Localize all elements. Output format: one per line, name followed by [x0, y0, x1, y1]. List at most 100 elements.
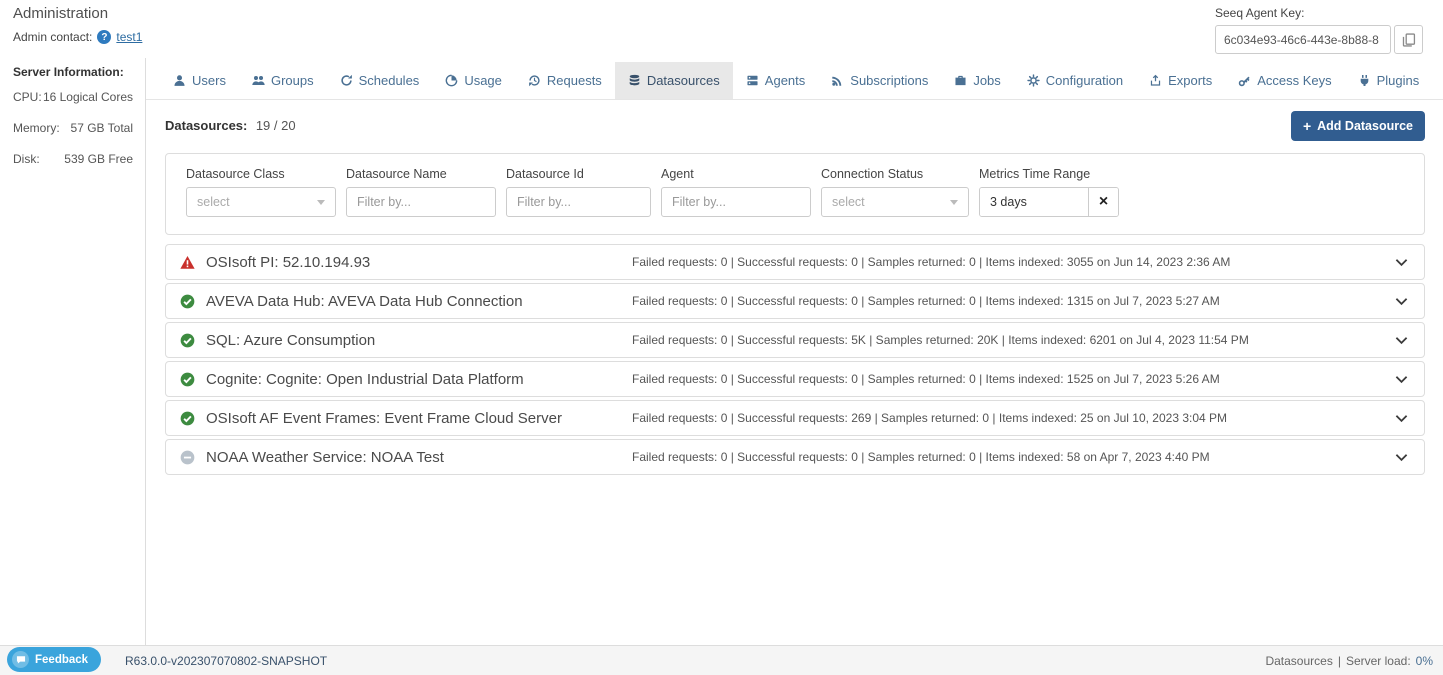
admin-tabs: Users Groups Schedules Usage Requests Da…: [146, 58, 1443, 100]
datasource-row[interactable]: AVEVA Data Hub: AVEVA Data Hub Connectio…: [165, 283, 1425, 319]
disk-label: Disk:: [13, 152, 40, 166]
datasources-count-label: Datasources:: [165, 118, 247, 133]
tab-agents[interactable]: Agents: [733, 62, 818, 99]
datasource-name-filter-input[interactable]: [346, 187, 496, 217]
export-icon: [1149, 74, 1162, 87]
database-icon: [628, 74, 641, 87]
tab-jobs[interactable]: Jobs: [941, 62, 1013, 99]
agent-key-label: Seeq Agent Key:: [1215, 6, 1423, 20]
version-text: R63.0.0-v202307070802-SNAPSHOT: [125, 654, 327, 668]
tab-requests[interactable]: Requests: [515, 62, 615, 99]
connection-status-icon: [180, 332, 196, 348]
administration-page: Administration Admin contact: ? test1 Se…: [0, 0, 1443, 675]
tab-users[interactable]: Users: [160, 62, 239, 99]
server-load-label: Server load:: [1346, 654, 1411, 668]
datasource-stats: Failed requests: 0 | Successful requests…: [632, 255, 1383, 269]
server-info-row-memory: Memory: 57 GB Total: [13, 121, 133, 135]
metrics-time-range-group: ×: [979, 187, 1119, 217]
copy-button[interactable]: [1394, 25, 1423, 54]
copy-icon: [1402, 33, 1416, 47]
tab-subscriptions[interactable]: Subscriptions: [818, 62, 941, 99]
tab-label: Jobs: [973, 73, 1000, 88]
tab-configuration[interactable]: Configuration: [1014, 62, 1136, 99]
datasource-row[interactable]: NOAA Weather Service: NOAA Test Failed r…: [165, 439, 1425, 475]
clear-metrics-filter-button[interactable]: ×: [1088, 188, 1118, 216]
tab-label: Usage: [464, 73, 502, 88]
datasources-count-value: 19 / 20: [256, 118, 296, 133]
chevron-down-icon: [950, 200, 958, 205]
footer-separator: |: [1338, 654, 1341, 668]
tab-datasources[interactable]: Datasources: [615, 62, 733, 99]
datasource-id-label: Datasource Id: [506, 167, 651, 181]
connection-status-icon: [180, 371, 196, 387]
footer-context-label: Datasources: [1265, 654, 1332, 668]
datasource-stats: Failed requests: 0 | Successful requests…: [632, 294, 1383, 308]
datasource-row[interactable]: SQL: Azure Consumption Failed requests: …: [165, 322, 1425, 358]
datasource-stats: Failed requests: 0 | Successful requests…: [632, 333, 1383, 347]
chevron-down-icon[interactable]: [1393, 293, 1410, 310]
datasource-row[interactable]: Cognite: Cognite: Open Industrial Data P…: [165, 361, 1425, 397]
plus-icon: +: [1303, 118, 1311, 134]
chevron-down-icon[interactable]: [1393, 332, 1410, 349]
datasource-list: OSIsoft PI: 52.10.194.93 Failed requests…: [165, 244, 1425, 475]
tab-label: Groups: [271, 73, 314, 88]
tab-usage[interactable]: Usage: [432, 62, 515, 99]
connection-status-icon: [180, 254, 196, 270]
help-icon[interactable]: ?: [97, 30, 111, 44]
add-datasource-label: Add Datasource: [1317, 119, 1413, 133]
datasource-class-label: Datasource Class: [186, 167, 336, 181]
datasource-stats: Failed requests: 0 | Successful requests…: [632, 372, 1383, 386]
datasource-class-select[interactable]: select: [186, 187, 336, 217]
tab-label: Configuration: [1046, 73, 1123, 88]
speech-bubble-icon: [12, 651, 29, 668]
datasource-name: NOAA Weather Service: NOAA Test: [206, 449, 632, 466]
chevron-down-icon[interactable]: [1393, 254, 1410, 271]
server-icon: [746, 74, 759, 87]
server-info-heading: Server Information:: [13, 65, 133, 79]
connection-status-icon: [180, 293, 196, 309]
admin-contact-link[interactable]: test1: [116, 30, 142, 44]
datasource-row[interactable]: OSIsoft AF Event Frames: Event Frame Clo…: [165, 400, 1425, 436]
tab-label: Datasources: [647, 73, 720, 88]
connection-status-icon: [180, 449, 196, 465]
chevron-down-icon[interactable]: [1393, 410, 1410, 427]
refresh-icon: [340, 74, 353, 87]
connection-status-select[interactable]: select: [821, 187, 969, 217]
feedback-button[interactable]: Feedback: [7, 647, 101, 672]
agent-filter-input[interactable]: [661, 187, 811, 217]
user-icon: [173, 74, 186, 87]
datasources-header-row: Datasources: 19 / 20 + Add Datasource: [165, 111, 1425, 141]
agent-key-input[interactable]: [1215, 25, 1391, 54]
users-icon: [252, 74, 265, 87]
metrics-time-range-input[interactable]: [980, 188, 1088, 216]
tab-groups[interactable]: Groups: [239, 62, 327, 99]
datasource-stats: Failed requests: 0 | Successful requests…: [632, 450, 1383, 464]
tab-exports[interactable]: Exports: [1136, 62, 1225, 99]
datasource-row[interactable]: OSIsoft PI: 52.10.194.93 Failed requests…: [165, 244, 1425, 280]
select-placeholder: select: [832, 195, 865, 209]
datasource-name: SQL: Azure Consumption: [206, 332, 632, 349]
admin-contact: Admin contact: ? test1: [13, 30, 142, 44]
tab-schedules[interactable]: Schedules: [327, 62, 433, 99]
memory-value: 57 GB Total: [71, 121, 133, 135]
tab-access-keys[interactable]: Access Keys: [1225, 62, 1344, 99]
main-panel: Users Groups Schedules Usage Requests Da…: [146, 58, 1443, 645]
tab-plugins[interactable]: Plugins: [1345, 62, 1433, 99]
memory-label: Memory:: [13, 121, 60, 135]
gears-icon: [1027, 74, 1040, 87]
add-datasource-button[interactable]: + Add Datasource: [1291, 111, 1425, 141]
datasource-id-filter-input[interactable]: [506, 187, 651, 217]
chevron-down-icon[interactable]: [1393, 449, 1410, 466]
datasource-name-label: Datasource Name: [346, 167, 496, 181]
feed-icon: [831, 74, 844, 87]
history-clock-icon: [528, 74, 541, 87]
tab-label: Exports: [1168, 73, 1212, 88]
datasource-name: OSIsoft PI: 52.10.194.93: [206, 254, 632, 271]
server-info-row-cpu: CPU: 16 Logical Cores: [13, 90, 133, 104]
datasource-name: AVEVA Data Hub: AVEVA Data Hub Connectio…: [206, 293, 632, 310]
briefcase-icon: [954, 74, 967, 87]
metrics-time-range-label: Metrics Time Range: [979, 167, 1119, 181]
datasource-name: OSIsoft AF Event Frames: Event Frame Clo…: [206, 410, 632, 427]
chevron-down-icon[interactable]: [1393, 371, 1410, 388]
close-icon: ×: [1099, 193, 1108, 211]
